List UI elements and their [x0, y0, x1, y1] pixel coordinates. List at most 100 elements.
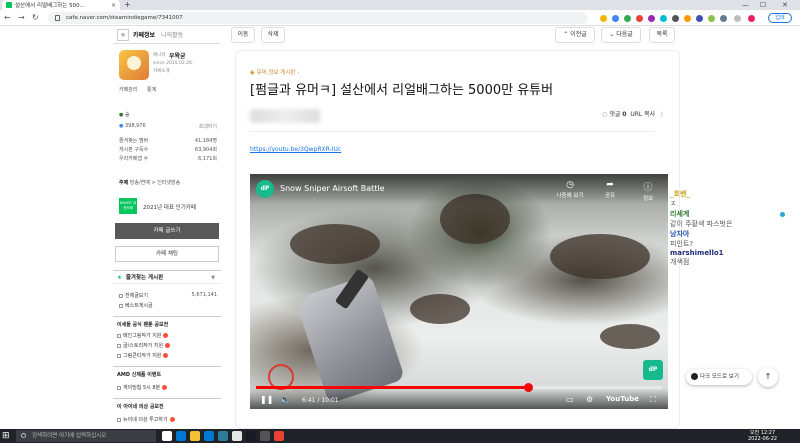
comment-label[interactable]: 댓글	[609, 111, 620, 118]
vs-icon[interactable]	[218, 431, 228, 441]
board-label: 그림콘티작가 지원	[123, 353, 162, 359]
reload-icon[interactable]: ↻	[32, 13, 39, 22]
board-item[interactable]: 뉴이네 의상 투고하기	[117, 416, 175, 423]
board-item[interactable]: 그림콘티작가 지원	[117, 352, 169, 359]
member-icon: ●	[119, 123, 124, 129]
youtube-logo[interactable]: YouTube	[606, 395, 639, 403]
channel-logo[interactable]: dP	[256, 180, 274, 198]
extension-icon[interactable]	[624, 15, 631, 22]
board-link[interactable]: ◉ 유머,정보 게시판 ›	[250, 68, 299, 76]
app-icon[interactable]	[232, 431, 242, 441]
grade-icon: ●	[119, 112, 124, 118]
pause-icon[interactable]: ❚❚	[260, 395, 273, 404]
explorer-icon[interactable]	[190, 431, 200, 441]
board-item[interactable]: 전체글보기 5,671,141	[119, 292, 219, 299]
youtube-link[interactable]: https://youtu.be/3QwpRXR-IUc	[250, 146, 341, 153]
system-clock[interactable]: 오전 12:27 2022-06-22	[748, 430, 777, 442]
delete-button[interactable]: 삭제	[261, 27, 285, 43]
cafe-logo[interactable]	[119, 50, 149, 80]
manager-name[interactable]: 우왁굳	[169, 51, 186, 60]
share-button[interactable]: ➦ 공유	[596, 180, 624, 199]
extension-icon[interactable]	[672, 15, 679, 22]
chrome-icon[interactable]	[274, 431, 284, 441]
steam-icon[interactable]	[246, 431, 256, 441]
new-badge-icon	[163, 333, 169, 338]
extension-icon[interactable]	[696, 15, 703, 22]
extension-icon[interactable]	[660, 15, 667, 22]
puzzle-icon[interactable]	[720, 15, 727, 22]
cafe-intro-link[interactable]: 카페소개	[153, 68, 170, 74]
browser-tabbar: 설산에서 리얼배그하는 500... × + — ☐ ✕	[0, 0, 800, 10]
maximize-icon[interactable]: ☐	[760, 0, 766, 10]
settings-icon[interactable]: ⚙	[586, 395, 593, 404]
board-label: 메인그림작가 지원	[123, 333, 162, 339]
edge-icon[interactable]	[176, 431, 186, 441]
tab-my-activity[interactable]: 나의활동	[161, 30, 183, 39]
store-icon[interactable]	[204, 431, 214, 441]
member-count[interactable]: 398,976	[125, 123, 146, 129]
share-label: 공유	[604, 193, 616, 199]
board-label: 게이밍칩 5시 8분	[123, 385, 161, 391]
more-icon[interactable]: ⋮	[659, 111, 665, 118]
move-button[interactable]: 이동	[231, 27, 255, 43]
board-item[interactable]: 게이밍칩 5시 8분	[117, 384, 168, 391]
board-item[interactable]: 메인그림작가 지원	[117, 332, 169, 339]
search-icon	[21, 433, 26, 438]
chat-message: marshimello1 개색점	[670, 249, 790, 267]
extension-icon[interactable]	[684, 15, 691, 22]
url-field[interactable]: cafe.naver.com/steamindiegame/7341007	[48, 12, 588, 24]
cafe-mgmt-links: 카페관리 통계	[119, 86, 164, 93]
share-icon: ➦	[606, 180, 614, 190]
app-icon[interactable]	[260, 431, 270, 441]
duration: 10:01	[321, 397, 339, 404]
windows-start-icon[interactable]: ⊞	[2, 431, 12, 441]
info-button[interactable]: ⓘ 정보	[634, 180, 662, 202]
youtube-player[interactable]: dP Snow Sniper Airsoft Battle ◷ 나중에 보기 ➦ 공…	[250, 174, 668, 409]
fullscreen-icon[interactable]: ⛶	[650, 395, 656, 405]
extension-icon[interactable]	[612, 15, 619, 22]
board-item[interactable]: 글/스토리작가 지원	[117, 342, 171, 349]
subtitles-icon[interactable]: ▭	[566, 395, 574, 404]
update-button[interactable]: 업데	[768, 13, 792, 23]
close-tab-icon[interactable]: ×	[111, 2, 116, 9]
dark-mode-button[interactable]: 다크 모드로 보기	[686, 369, 752, 385]
cafe-chat-button[interactable]: 카페 채팅	[115, 246, 219, 262]
extension-icon[interactable]	[708, 15, 715, 22]
board-label: 뉴이네 의상 투고하기	[123, 417, 168, 423]
video-title[interactable]: Snow Sniper Airsoft Battle	[280, 184, 385, 193]
minimize-icon[interactable]: —	[742, 0, 749, 10]
scroll-top-button[interactable]: ↑	[758, 367, 778, 387]
avatar-icon[interactable]	[748, 15, 755, 22]
board-icon	[117, 343, 121, 348]
taskbar-search[interactable]: 검색하려면 여기에 입력하십시오	[16, 430, 156, 442]
stats-link[interactable]: 통계	[147, 87, 156, 93]
favorite-boards-header[interactable]: ★ 즐겨찾는 게시판 ▼	[113, 270, 221, 284]
extension-icon[interactable]	[636, 15, 643, 22]
manager-label: 매니저	[153, 53, 166, 58]
write-post-button[interactable]: 카페 글쓰기	[115, 223, 219, 239]
new-tab-icon[interactable]: +	[124, 0, 131, 10]
copy-url-link[interactable]: URL 복사	[630, 111, 655, 118]
prev-post-button[interactable]: ⌃ 이전글	[555, 27, 595, 43]
close-window-icon[interactable]: ✕	[782, 0, 788, 10]
next-post-button[interactable]: ⌄ 다음글	[601, 27, 641, 43]
watch-later-button[interactable]: ◷ 나중에 보기	[556, 180, 584, 199]
extension-icon[interactable]	[600, 15, 607, 22]
star-icon: ★	[117, 275, 122, 281]
task-view-icon[interactable]	[162, 431, 172, 441]
board-item[interactable]: 베스트게시글	[119, 302, 219, 309]
extension-icon[interactable]	[648, 15, 655, 22]
profile-icon[interactable]	[734, 15, 741, 22]
list-button[interactable]: 목록	[649, 27, 675, 43]
cafe-manage-link[interactable]: 카페관리	[119, 87, 137, 93]
forward-icon[interactable]: →	[18, 13, 25, 22]
topic-value[interactable]: 방송/연예 > 인터넷방송	[130, 180, 180, 186]
chevron-down-icon[interactable]: ▼	[211, 271, 215, 285]
back-icon[interactable]: ←	[4, 13, 11, 22]
invite-link[interactable]: 초대하기	[199, 123, 217, 130]
player-controls: ❚❚ 🔈 6:41 / 10:01 ▭ ⚙ YouTube ⛶	[250, 389, 668, 409]
tab-cafe-info[interactable]: 카페정보	[133, 30, 155, 39]
star-icon[interactable]: ★	[117, 28, 129, 41]
volume-icon[interactable]: 🔈	[280, 395, 290, 404]
browser-tab[interactable]: 설산에서 리얼배그하는 500... ×	[2, 0, 120, 10]
